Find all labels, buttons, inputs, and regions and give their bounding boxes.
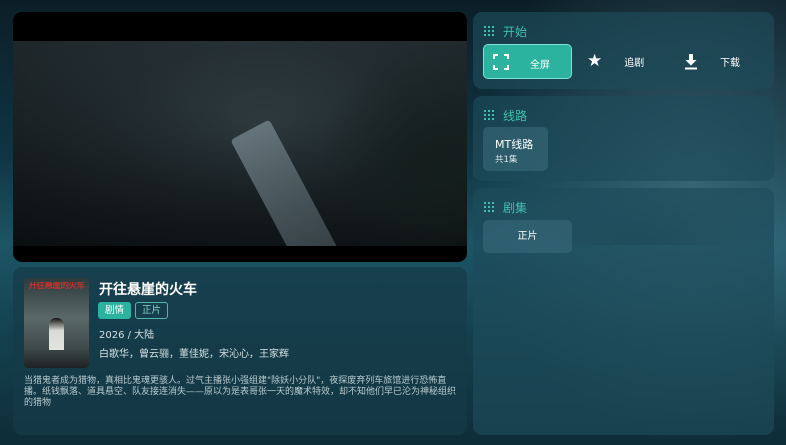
movie-description: 当猎鬼者成为猎物，真相比鬼魂更骇人。过气主播张小强组建"除妖小分队"，夜探废弃列… — [24, 376, 457, 408]
poster-title: 开往悬崖的火车 — [28, 282, 85, 291]
type-tag: 正片 — [135, 302, 169, 319]
follow-label: 追剧 — [624, 58, 645, 69]
download-icon — [684, 53, 698, 70]
video-player[interactable] — [13, 12, 467, 262]
star-icon: ★ — [587, 51, 603, 71]
route-item-mt[interactable]: MT线路 共1集 — [483, 127, 548, 171]
route-episode-count: 共1集 — [495, 155, 518, 165]
follow-button[interactable]: ★ 追剧 — [585, 44, 665, 79]
start-section: 开始 全屏 ★ 追剧 下载 — [473, 12, 774, 89]
movie-poster: 开往悬崖的火车 — [24, 278, 89, 368]
route-section: 线路 MT线路 共1集 — [473, 96, 774, 181]
movie-cast: 白歌华，曾云骊，董佳妮，宋沁心，王家辉 — [99, 349, 289, 360]
poster-track — [24, 350, 89, 368]
fullscreen-icon — [493, 54, 509, 70]
episodes-section-header: 剧集 — [484, 199, 527, 215]
fullscreen-label: 全屏 — [530, 60, 550, 71]
fullscreen-button[interactable]: 全屏 — [483, 44, 572, 79]
movie-info-panel: 开往悬崖的火车 开往悬崖的火车 剧情 正片 2026 / 大陆 白歌华，曾云骊，… — [13, 267, 467, 435]
route-section-header: 线路 — [484, 107, 527, 123]
download-button[interactable]: 下载 — [678, 44, 758, 79]
route-name: MT线路 — [495, 138, 534, 151]
episodes-section: 剧集 正片 — [473, 188, 774, 435]
video-frame — [13, 41, 467, 246]
grid-icon — [484, 110, 494, 120]
episodes-section-title: 剧集 — [503, 200, 528, 215]
movie-title: 开往悬崖的火车 — [99, 282, 197, 298]
download-label: 下载 — [720, 58, 740, 69]
movie-year-region: 2026 / 大陆 — [99, 330, 155, 341]
genre-tag: 剧情 — [98, 302, 132, 319]
episode-item[interactable]: 正片 — [483, 220, 572, 253]
grid-icon — [484, 26, 494, 36]
video-tree-shape — [317, 41, 467, 246]
grid-icon — [484, 202, 494, 212]
route-section-title: 线路 — [503, 108, 528, 123]
start-section-header: 开始 — [484, 23, 527, 39]
start-section-title: 开始 — [503, 24, 528, 39]
